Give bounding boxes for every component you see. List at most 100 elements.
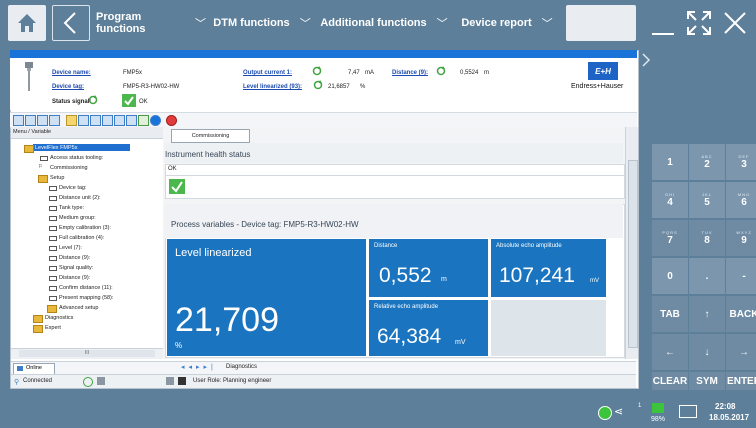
key-20[interactable]: ENTER [726, 372, 756, 390]
menu-program-functions[interactable]: Program functions ﹀ [96, 5, 206, 41]
tree-item[interactable]: Distance (9): [59, 255, 90, 261]
menu-label: Device report [461, 17, 532, 29]
status-ok-text: OK [139, 99, 148, 105]
key-19[interactable]: SYM [689, 372, 725, 390]
tile-level-linearized: Level linearized 21,709 % [167, 239, 366, 356]
toolbar-chart-icon[interactable] [114, 115, 125, 126]
key-15[interactable]: ← [652, 334, 688, 370]
key-8[interactable]: WXYZ 9 [726, 220, 756, 256]
key-label: 3 [741, 159, 747, 170]
variable-icon [49, 256, 57, 261]
key-16[interactable]: ↓ [689, 334, 725, 370]
key-0[interactable]: 1 [652, 144, 688, 180]
toolbar-view-icon[interactable] [25, 115, 36, 126]
tree-item[interactable]: Confirm distance (11): [59, 285, 113, 291]
tab-commissioning[interactable]: Commissioning [171, 129, 250, 143]
expand-panel-button[interactable] [640, 52, 652, 68]
key-label: BACK [729, 308, 756, 320]
folder-icon [33, 315, 43, 323]
status-ok-icon [169, 179, 185, 194]
key-2[interactable]: DEF 3 [726, 144, 756, 180]
key-label: 2 [704, 159, 710, 170]
chevron-left-icon [63, 12, 76, 34]
navigation-arrows-icon[interactable]: ◂◂▸▸| [181, 363, 217, 371]
tree-item[interactable]: Expert [45, 325, 61, 331]
close-icon [724, 12, 746, 34]
menu-additional-functions[interactable]: Additional functions ﹀ [320, 5, 448, 41]
key-5[interactable]: MNO 6 [726, 182, 756, 218]
variable-icon [49, 186, 57, 191]
toolbar-wizard-icon[interactable] [138, 115, 149, 126]
device-name-label[interactable]: Device name: [52, 70, 91, 76]
tree-horizontal-scrollbar[interactable]: III [11, 348, 169, 359]
key-3[interactable]: GHI 4 [652, 182, 688, 218]
tree-item[interactable]: Access status tooling: [50, 155, 103, 161]
tree-item[interactable]: Full calibration (4): [59, 235, 104, 241]
chevron-down-icon: ﹀ [541, 18, 553, 30]
menu-label: Additional functions [320, 17, 427, 29]
tree-item[interactable]: Advanced setup [59, 305, 98, 311]
menu-dtm-functions[interactable]: DTM functions ﹀ [210, 5, 314, 41]
distance-label[interactable]: Distance (9): [392, 70, 428, 76]
tree-header-label: Menu / Variable [13, 129, 52, 135]
tree-item[interactable]: Present mapping (58): [59, 295, 113, 301]
key-12[interactable]: TAB [652, 296, 688, 332]
output-current-label[interactable]: Output current 1: [243, 70, 292, 76]
tile-relative-echo-amplitude: Relative echo amplitude 64,384 mV [369, 300, 488, 356]
network-icon: ⋖ [614, 406, 624, 418]
tree-item[interactable]: Empty calibration (3): [59, 225, 111, 231]
toolbar-compare-icon[interactable] [126, 115, 137, 126]
connected-icon: ⚲ [14, 379, 20, 386]
tree-item[interactable]: Tank type: [59, 205, 84, 211]
key-14[interactable]: BACK [726, 296, 756, 332]
level-linearized-label[interactable]: Level linearized (93): [243, 84, 302, 90]
key-7[interactable]: TUV 8 [689, 220, 725, 256]
key-4[interactable]: JKL 5 [689, 182, 725, 218]
tree-item[interactable]: Commissioning [50, 165, 88, 171]
toolbar-export-icon[interactable] [78, 115, 89, 126]
help-icon[interactable] [166, 115, 177, 126]
tree-item[interactable]: Medium group: [59, 215, 96, 221]
maximize-button[interactable] [684, 8, 714, 38]
process-title-bar: Process variables - Device tag: FMP5-R3-… [165, 204, 623, 238]
content-vertical-scrollbar[interactable] [625, 127, 638, 359]
keyboard-icon[interactable] [679, 405, 697, 418]
scrollbar-thumb[interactable]: III [19, 350, 155, 357]
menu-device-report[interactable]: Device report ﹀ [454, 5, 560, 41]
minimize-button[interactable] [648, 8, 678, 38]
back-button[interactable] [52, 5, 90, 41]
toolbar-window-icon[interactable] [49, 115, 60, 126]
scrollbar-thumb[interactable] [628, 160, 638, 348]
tree-item[interactable]: Setup [50, 175, 64, 181]
blank-toolbar-button[interactable] [566, 5, 636, 41]
key-17[interactable]: → [726, 334, 756, 370]
device-tag-label[interactable]: Device tag: [52, 84, 84, 90]
tile-label: Distance [374, 243, 398, 249]
tree-item[interactable]: Distance unit (2): [59, 195, 101, 201]
tree-item[interactable]: Diagnostics [45, 315, 73, 321]
tree-item-root[interactable]: LevelFlex FMP5x [35, 145, 78, 151]
tile-unit: mV [590, 278, 599, 284]
key-11[interactable]: - [726, 258, 756, 294]
battery-text: 98% [651, 416, 666, 423]
toolbar-print-icon[interactable] [102, 115, 113, 126]
health-status-text: OK [168, 166, 177, 172]
key-10[interactable]: . [689, 258, 725, 294]
key-1[interactable]: ABC 2 [689, 144, 725, 180]
key-6[interactable]: PQRS 7 [652, 220, 688, 256]
key-18[interactable]: CLEAR [652, 372, 688, 390]
toolbar-home-icon[interactable] [13, 115, 24, 126]
tree-item[interactable]: Signal quality: [59, 265, 93, 271]
tree-item[interactable]: Device tag: [59, 185, 87, 191]
tree-item[interactable]: Level (7): [59, 245, 82, 251]
key-9[interactable]: 0 [652, 258, 688, 294]
close-button[interactable] [720, 8, 750, 38]
home-button[interactable] [8, 5, 46, 41]
toolbar-table-icon[interactable] [37, 115, 48, 126]
info-icon[interactable] [150, 115, 161, 126]
toolbar-save-icon[interactable] [90, 115, 101, 126]
toolbar-edit-icon[interactable] [66, 115, 77, 126]
key-13[interactable]: ↑ [689, 296, 725, 332]
bottom-tab-bar: Online ◂◂▸▸| Diagnostics [11, 361, 636, 375]
tree-item[interactable]: Distance (9): [59, 275, 90, 281]
